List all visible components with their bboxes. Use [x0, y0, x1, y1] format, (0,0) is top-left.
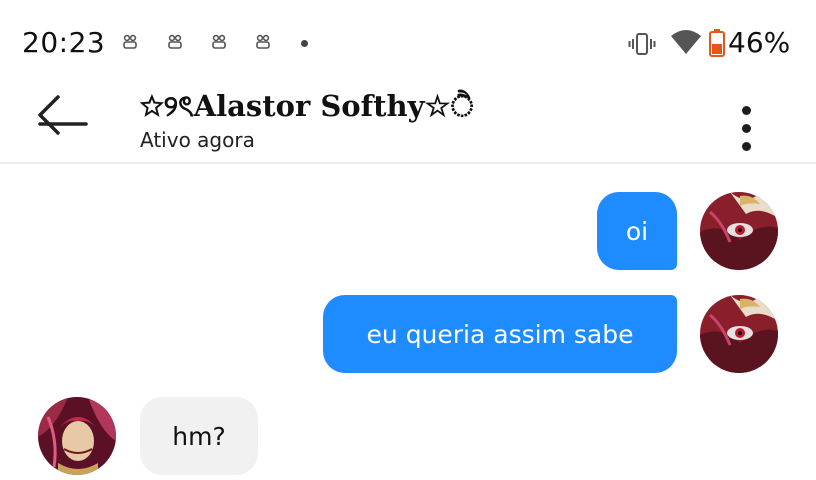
more-notifications-dot — [301, 40, 308, 47]
avatar[interactable] — [700, 295, 778, 373]
back-button[interactable] — [34, 92, 96, 142]
notification-icon — [167, 34, 183, 50]
message-bubble-incoming[interactable]: hm? — [140, 397, 258, 475]
notification-icon — [255, 34, 271, 50]
more-options-button[interactable] — [728, 92, 766, 151]
chat-header: ☆୨ৎAlastor Softhy☆ੈ Ativo agora — [0, 84, 816, 164]
battery-icon — [708, 28, 726, 62]
more-vertical-icon — [742, 106, 751, 115]
vibrate-icon — [628, 30, 656, 62]
battery-percentage: 46% — [728, 26, 791, 59]
avatar[interactable] — [700, 192, 778, 270]
message-bubble-outgoing[interactable]: oi — [597, 192, 677, 270]
notification-icon — [122, 34, 138, 50]
message-bubble-outgoing[interactable]: eu queria assim sabe — [323, 295, 677, 373]
status-time: 20:23 — [22, 26, 106, 59]
presence-status: Ativo agora — [140, 128, 255, 152]
notification-icon — [211, 34, 227, 50]
status-bar: 20:23 46% — [0, 0, 816, 84]
contact-avatar[interactable] — [38, 397, 116, 475]
wifi-icon — [670, 28, 702, 60]
contact-name[interactable]: ☆୨ৎAlastor Softhy☆ੈ — [140, 84, 474, 133]
arrow-left-icon — [38, 95, 88, 135]
